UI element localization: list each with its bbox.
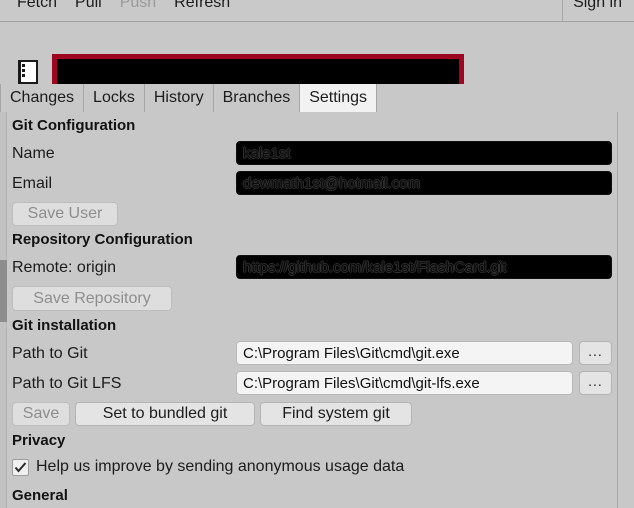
set-to-bundled-git-button[interactable]: Set to bundled git (75, 402, 255, 426)
tab-bar: Changes Locks History Branches Settings (0, 84, 634, 112)
save-repository-button: Save Repository (12, 286, 172, 311)
settings-scrollbar[interactable] (0, 112, 7, 508)
name-input[interactable]: kale1st (236, 141, 612, 165)
fetch-button[interactable]: Fetch (8, 0, 66, 21)
path-to-git-lfs-label: Path to Git LFS (12, 375, 122, 392)
toolbar-actions: Fetch Pull Push Refresh (8, 0, 239, 21)
save-git-installation-button: Save (12, 402, 70, 426)
git-configuration-heading: Git Configuration (12, 117, 136, 134)
anonymous-usage-data-row[interactable]: Help us improve by sending anonymous usa… (12, 458, 404, 476)
anonymous-usage-data-checkbox[interactable] (12, 458, 29, 476)
save-user-button: Save User (12, 202, 118, 226)
tab-locks[interactable]: Locks (84, 84, 145, 112)
general-heading: General (12, 487, 68, 504)
checkmark-icon (14, 461, 27, 473)
git-installation-heading: Git installation (12, 317, 117, 334)
repository-header (0, 22, 634, 94)
remote-origin-label: Remote: origin (12, 259, 117, 276)
remote-origin-input[interactable]: https://github.com/kale1st/FlashCard.git (236, 255, 612, 279)
repository-configuration-heading: Repository Configuration (12, 231, 193, 248)
path-to-git-label: Path to Git (12, 345, 88, 362)
anonymous-usage-data-label: Help us improve by sending anonymous usa… (36, 458, 405, 475)
settings-panel: Git Configuration Name kale1st Email dew… (0, 112, 634, 508)
find-system-git-button[interactable]: Find system git (260, 402, 412, 426)
settings-content: Git Configuration Name kale1st Email dew… (8, 112, 618, 508)
path-to-git-browse-button[interactable]: ... (579, 341, 612, 365)
name-label: Name (12, 145, 55, 162)
path-to-git-lfs-browse-button[interactable]: ... (579, 371, 612, 395)
tab-changes[interactable]: Changes (0, 84, 85, 112)
refresh-button[interactable]: Refresh (165, 0, 239, 21)
tab-history[interactable]: History (144, 84, 214, 112)
pull-button[interactable]: Pull (66, 0, 111, 21)
tab-branches[interactable]: Branches (213, 84, 301, 112)
tab-settings[interactable]: Settings (300, 84, 378, 112)
email-label: Email (12, 175, 53, 192)
sign-in-button[interactable]: Sign in (563, 0, 634, 21)
settings-scrollbar-thumb[interactable] (0, 260, 7, 322)
main-toolbar: Fetch Pull Push Refresh Sign in (0, 0, 634, 22)
git-client-window: Fetch Pull Push Refresh Sign in Changes … (0, 0, 634, 508)
email-input[interactable]: dewmath1st@hotmail.com (236, 171, 612, 195)
path-to-git-lfs-input[interactable]: C:\Program Files\Git\cmd\git-lfs.exe (236, 371, 573, 395)
privacy-heading: Privacy (12, 432, 66, 449)
push-button: Push (119, 0, 157, 11)
path-to-git-input[interactable]: C:\Program Files\Git\cmd\git.exe (236, 341, 573, 365)
toolbar-account-area: Sign in (562, 0, 634, 21)
